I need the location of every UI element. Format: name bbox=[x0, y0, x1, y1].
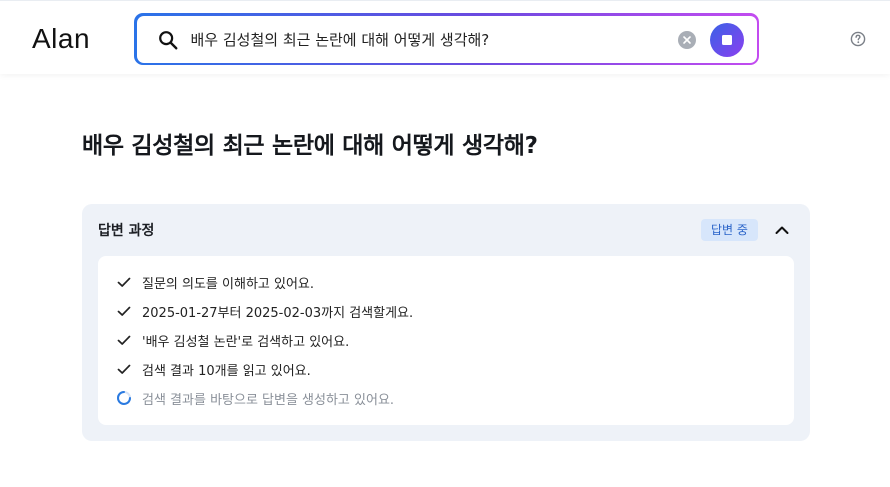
chevron-up-icon[interactable] bbox=[774, 222, 790, 238]
step-item: 질문의 의도를 이해하고 있어요. bbox=[116, 272, 314, 292]
search-input-container[interactable]: 배우 김성철의 최근 논란에 대해 어떻게 생각해? bbox=[136, 15, 757, 63]
step-item: 검색 결과를 바탕으로 답변을 생성하고 있어요. bbox=[116, 388, 394, 408]
step-text: 질문의 의도를 이해하고 있어요. bbox=[142, 276, 315, 292]
logo[interactable]: Alan bbox=[32, 23, 90, 55]
stop-button[interactable] bbox=[709, 22, 744, 57]
step-item: 검색 결과 10개를 읽고 있어요. bbox=[116, 359, 311, 379]
spinner-icon bbox=[117, 391, 131, 405]
search-box[interactable]: 배우 김성철의 최근 논란에 대해 어떻게 생각해? bbox=[134, 13, 759, 65]
step-text: 검색 결과 10개를 읽고 있어요. bbox=[142, 363, 311, 379]
check-icon bbox=[117, 306, 131, 316]
help-icon[interactable] bbox=[850, 31, 866, 47]
step-text: '배우 김성철 논란'로 검색하고 있어요. bbox=[142, 334, 350, 350]
question-title: 배우 김성철의 최근 논란에 대해 어떻게 생각해? bbox=[82, 133, 538, 159]
stop-icon bbox=[721, 34, 732, 45]
step-text: 검색 결과를 바탕으로 답변을 생성하고 있어요. bbox=[142, 392, 395, 408]
answer-process-panel: 답변 과정 답변 중 질문의 의도를 이해하고 있어요. 2025-01-27부… bbox=[82, 204, 810, 441]
close-icon bbox=[682, 35, 691, 44]
search-icon bbox=[158, 30, 177, 49]
search-input[interactable]: 배우 김성철의 최근 논란에 대해 어떻게 생각해? bbox=[191, 29, 490, 50]
panel-title: 답변 과정 bbox=[98, 223, 155, 239]
step-text: 2025-01-27부터 2025-02-03까지 검색할게요. bbox=[142, 305, 414, 321]
check-icon bbox=[117, 277, 131, 287]
step-item: 2025-01-27부터 2025-02-03까지 검색할게요. bbox=[116, 301, 413, 321]
check-icon bbox=[117, 335, 131, 345]
steps-list: 질문의 의도를 이해하고 있어요. 2025-01-27부터 2025-02-0… bbox=[98, 256, 794, 425]
status-badge: 답변 중 bbox=[701, 219, 758, 241]
clear-button[interactable] bbox=[677, 30, 696, 49]
step-item: '배우 김성철 논란'로 검색하고 있어요. bbox=[116, 330, 349, 350]
top-bar: Alan 배우 김성철의 최근 논란에 대해 어떻게 생각해? bbox=[0, 0, 890, 74]
check-icon bbox=[117, 364, 131, 374]
